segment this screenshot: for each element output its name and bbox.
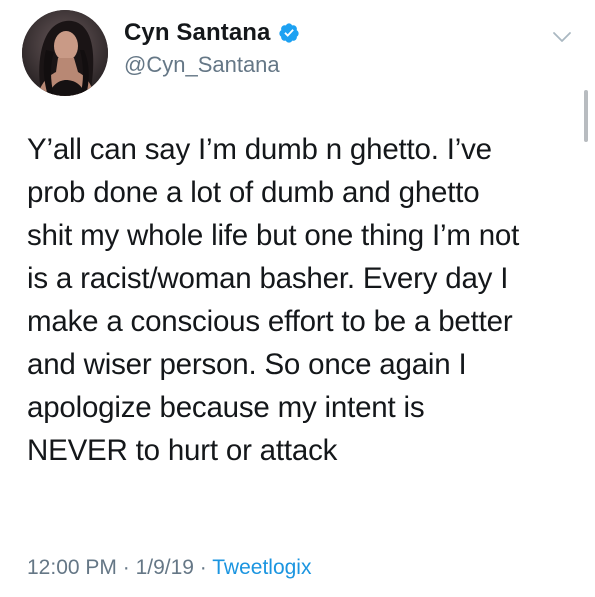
user-handle[interactable]: @Cyn_Santana bbox=[124, 52, 300, 78]
tweet-header: Cyn Santana @Cyn_Santana bbox=[124, 18, 300, 78]
tweet-time[interactable]: 12:00 PM bbox=[27, 556, 117, 579]
tweet-text-line: is a racist/woman basher. Every day I bbox=[27, 262, 509, 295]
chevron-down-icon[interactable] bbox=[552, 30, 572, 42]
avatar-image bbox=[22, 10, 108, 96]
tweet-card: Cyn Santana @Cyn_Santana Y’all can say I… bbox=[0, 0, 595, 597]
display-name[interactable]: Cyn Santana bbox=[124, 19, 270, 47]
name-row: Cyn Santana bbox=[124, 18, 300, 48]
meta-separator: · bbox=[193, 556, 213, 579]
tweet-text-line: Y’all can say I’m dumb n ghetto. I’ve bbox=[27, 133, 492, 166]
tweet-date[interactable]: 1/9/19 bbox=[136, 556, 194, 579]
tweet-text-line: apologize because my intent is bbox=[27, 391, 425, 424]
tweet-text-line: make a conscious effort to be a better bbox=[27, 305, 513, 338]
tweet-text: Y’all can say I’m dumb n ghetto. I’ve pr… bbox=[27, 128, 575, 472]
avatar[interactable] bbox=[22, 10, 108, 96]
meta-separator: · bbox=[116, 556, 136, 579]
verified-badge-icon bbox=[278, 22, 300, 44]
tweet-text-line: and wiser person. So once again I bbox=[27, 348, 467, 381]
tweet-text-line: prob done a lot of dumb and ghetto bbox=[27, 176, 480, 209]
tweet-text-line: NEVER to hurt or attack bbox=[27, 434, 338, 467]
scrollbar[interactable] bbox=[584, 90, 588, 142]
tweet-source-link[interactable]: Tweetlogix bbox=[212, 556, 311, 579]
tweet-text-line: shit my whole life but one thing I’m not bbox=[27, 219, 520, 252]
tweet-meta: 12:00 PM · 1/9/19 · Tweetlogix bbox=[27, 556, 311, 580]
